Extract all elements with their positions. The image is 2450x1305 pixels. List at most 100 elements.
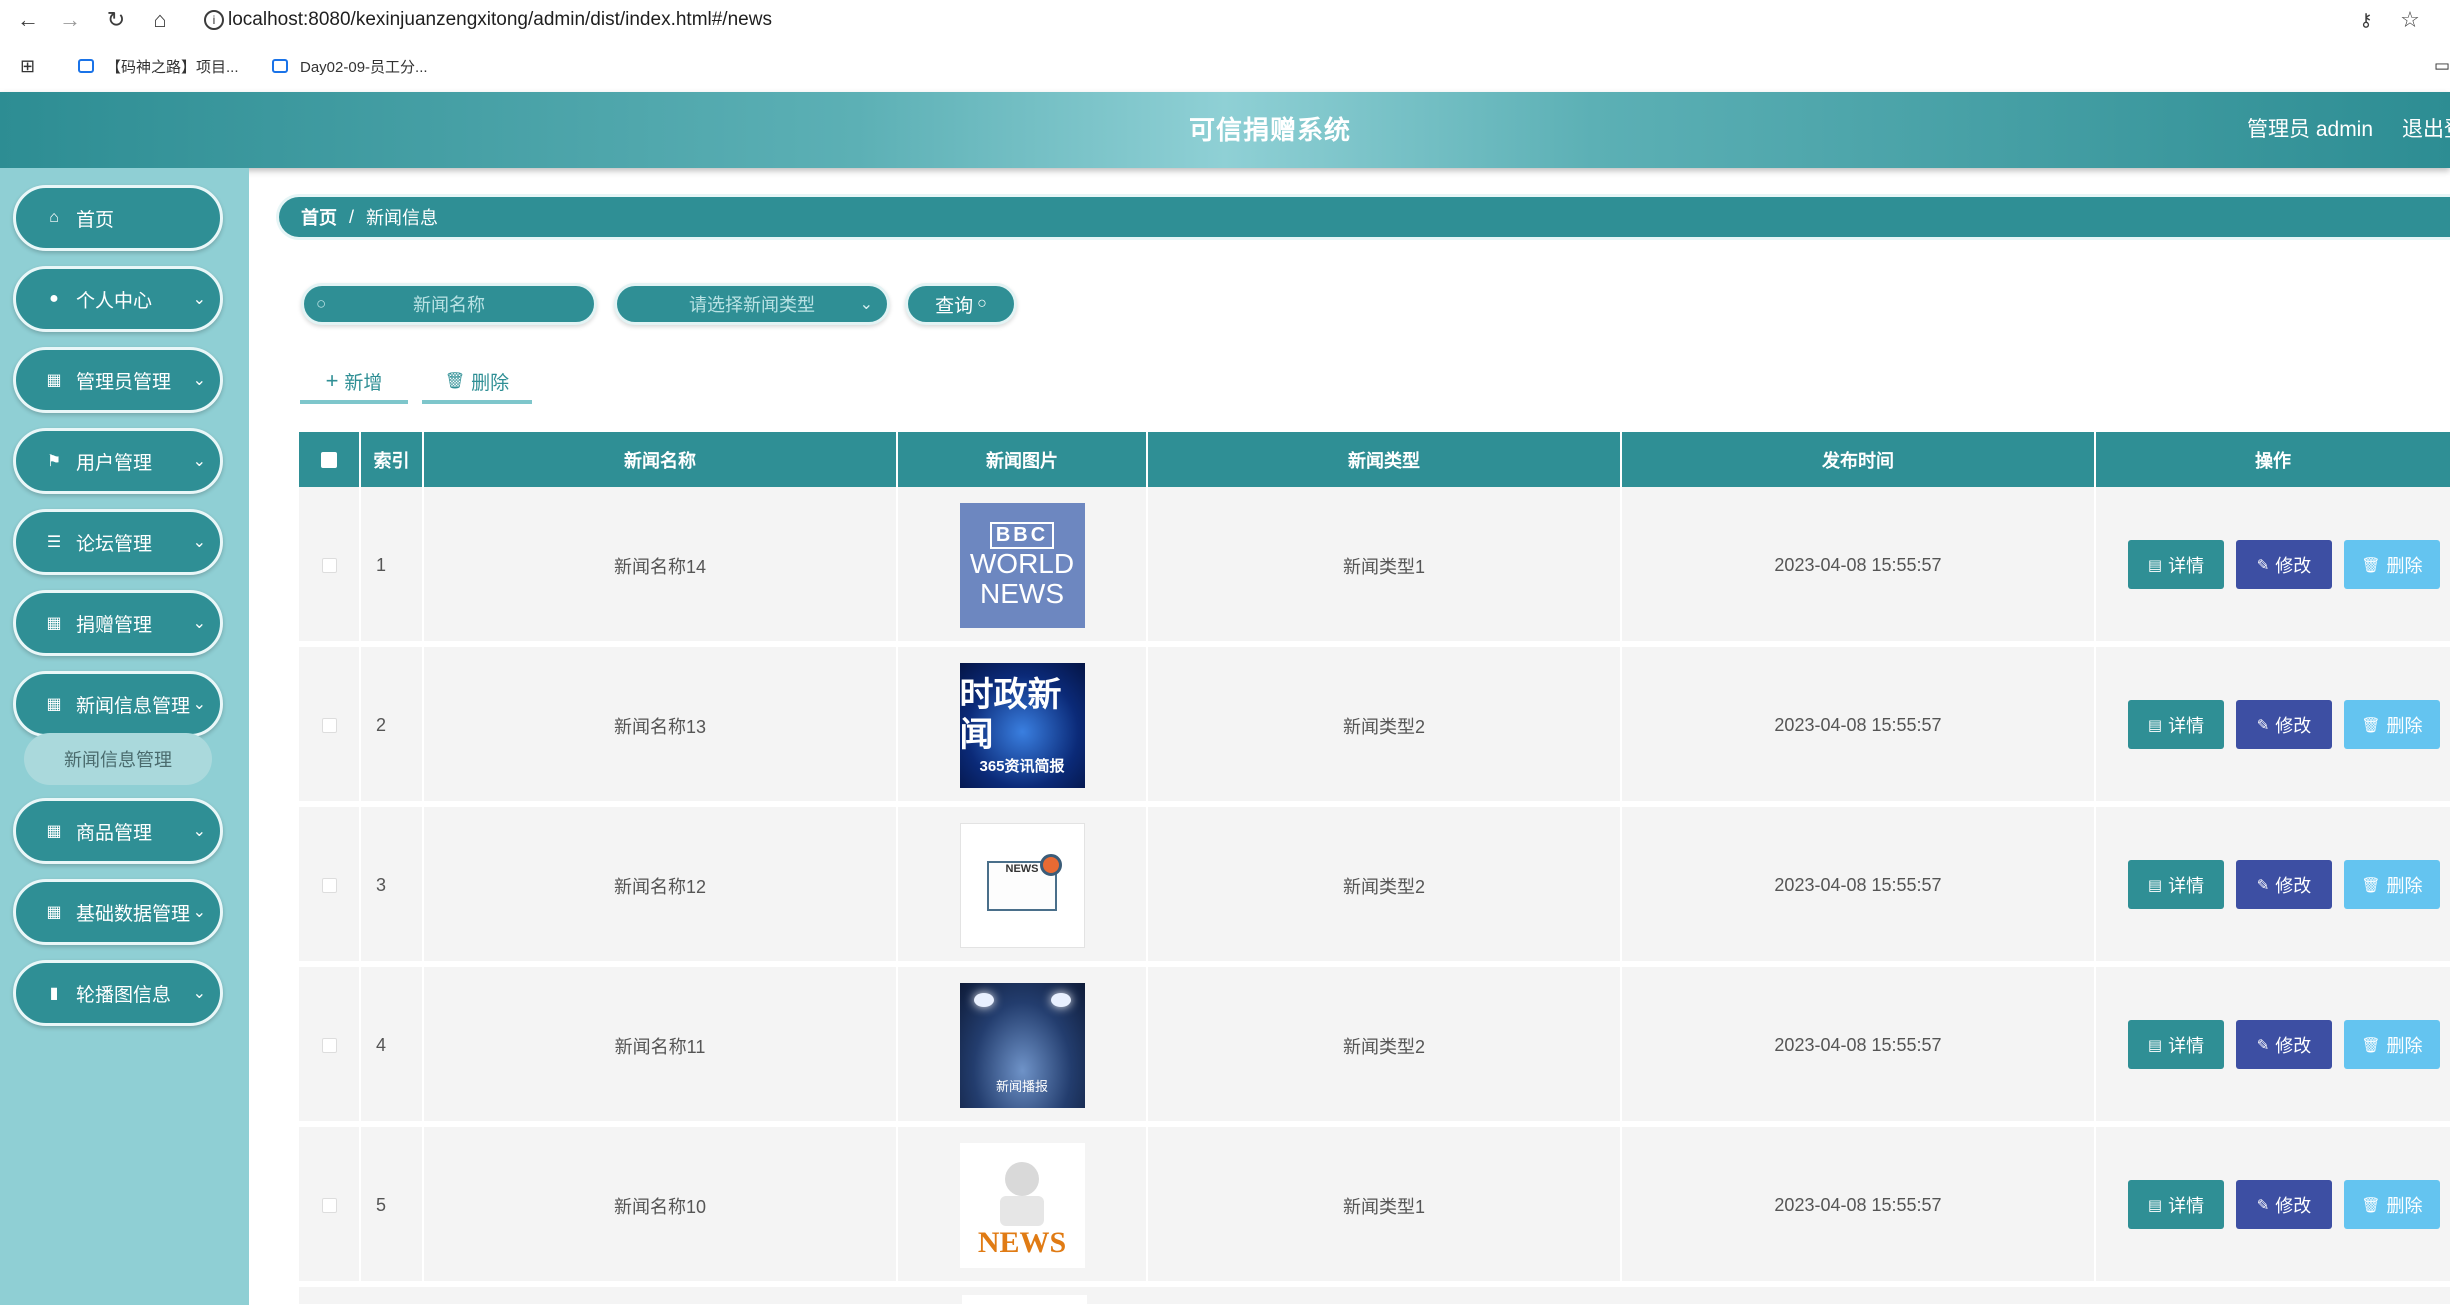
grid-icon: ▦ — [46, 823, 62, 840]
news-image[interactable]: 新闻播报 — [959, 983, 1085, 1108]
sidebar-item-news[interactable]: ▦ 新闻信息管理 ⌄ — [13, 671, 223, 737]
grid-icon: ▦ — [46, 696, 62, 713]
folder-icon[interactable]: ▭ — [2434, 56, 2450, 76]
chevron-down-icon: ⌄ — [192, 372, 206, 389]
row-type: 新闻类型2 — [1148, 807, 1622, 964]
table-row: 3 新闻名称12 NEWS 新闻类型2 2023-04-08 15:55:57 … — [299, 807, 2450, 964]
row-checkbox[interactable] — [299, 807, 361, 964]
delete-button[interactable]: 🗑 删除 — [2344, 540, 2440, 589]
edit-button[interactable]: ✎ 修改 — [2236, 540, 2332, 589]
news-image[interactable]: 时政新闻 365资讯简报 — [959, 663, 1085, 788]
chevron-down-icon: ⌄ — [192, 615, 206, 632]
home-icon: ⌂ — [49, 209, 59, 226]
edit-button[interactable]: ✎ 修改 — [2236, 860, 2332, 909]
bookmark-1[interactable]: 【码神之路】项目... — [78, 56, 239, 77]
delete-button[interactable]: 🗑 删除 — [2344, 1020, 2440, 1069]
browser-toolbar: ← → ↻ ⌂ i localhost:8080/kexinjuanzengxi… — [0, 0, 2450, 40]
chevron-down-icon: ⌄ — [192, 534, 206, 551]
address-bar[interactable]: i localhost:8080/kexinjuanzengxitong/adm… — [190, 2, 2390, 38]
sidebar-subitem-news[interactable]: 新闻信息管理 — [24, 733, 212, 785]
query-button[interactable]: 查询 ○ — [905, 283, 1017, 325]
detail-button[interactable]: ▤ 详情 — [2128, 1180, 2224, 1229]
row-index: 3 — [361, 807, 424, 964]
home-browser-icon[interactable]: ⌂ — [146, 6, 174, 34]
bookmark-2[interactable]: Day02-09-员工分... — [272, 56, 428, 77]
sidebar-item-donation[interactable]: ▦ 捐赠管理 ⌄ — [13, 590, 223, 656]
row-time: 2023-04-08 15:55:57 — [1622, 487, 2096, 644]
trash-icon: 🗑 — [2361, 1196, 2381, 1214]
row-name: 新闻名称10 — [424, 1127, 898, 1284]
sidebar-item-basic-data[interactable]: ▦ 基础数据管理 ⌄ — [13, 879, 223, 945]
row-index: 5 — [361, 1127, 424, 1284]
news-image[interactable]: NEWS — [959, 1143, 1085, 1268]
trash-icon: 🗑 — [2361, 876, 2381, 894]
document-icon: ▤ — [2147, 716, 2163, 734]
breadcrumb-current: 新闻信息 — [366, 208, 439, 228]
column-header-actions: 操作 — [2255, 450, 2291, 471]
row-image-cell: NEWS — [898, 807, 1148, 964]
column-header-type: 新闻类型 — [1148, 432, 1622, 487]
reload-icon[interactable]: ↻ — [102, 6, 130, 34]
pencil-icon: ✎ — [2256, 876, 2270, 894]
breadcrumb-home[interactable]: 首页 — [301, 204, 337, 230]
admin-label: 管理员 admin — [2247, 118, 2374, 141]
select-all-checkbox[interactable] — [299, 432, 361, 487]
row-index: 4 — [361, 967, 424, 1124]
sidebar-item-personal[interactable]: ● 个人中心 ⌄ — [13, 266, 223, 332]
delete-button[interactable]: 🗑 删除 — [2344, 860, 2440, 909]
row-image-cell: 时政新闻 365资讯简报 — [898, 647, 1148, 804]
sidebar-item-home[interactable]: ⌂ 首页 — [13, 185, 223, 251]
apps-icon[interactable]: ⊞ — [20, 56, 35, 77]
key-icon[interactable]: ⚷ — [2352, 6, 2380, 34]
plus-icon: + — [325, 368, 339, 393]
document-icon: ▤ — [2147, 556, 2163, 574]
edit-button[interactable]: ✎ 修改 — [2236, 1020, 2332, 1069]
star-icon[interactable]: ☆ — [2396, 6, 2424, 34]
logout-link[interactable]: 退出登 — [2402, 92, 2450, 168]
detail-button[interactable]: ▤ 详情 — [2128, 540, 2224, 589]
column-header-time: 发布时间 — [1622, 432, 2096, 487]
row-checkbox[interactable] — [299, 487, 361, 644]
document-icon: ▤ — [2147, 1036, 2163, 1054]
back-icon[interactable]: ← — [14, 6, 42, 34]
news-name-search-input[interactable]: ○ 新闻名称 — [301, 283, 597, 325]
row-type: 新闻类型1 — [1148, 487, 1622, 644]
column-header-index: 索引 — [361, 432, 424, 487]
sidebar-item-goods[interactable]: ▦ 商品管理 ⌄ — [13, 798, 223, 864]
edit-button[interactable]: ✎ 修改 — [2236, 1180, 2332, 1229]
column-header-image: 新闻图片 — [898, 432, 1148, 487]
bookmark-icon — [78, 59, 94, 73]
row-time: 2023-04-08 15:55:57 — [1622, 967, 2096, 1124]
chevron-down-icon: ⌄ — [192, 823, 206, 840]
row-name: 新闻名称13 — [424, 647, 898, 804]
delete-button[interactable]: 🗑 删除 — [2344, 700, 2440, 749]
chevron-down-icon: ⌄ — [859, 296, 873, 313]
sidebar-item-carousel[interactable]: ▮ 轮播图信息 ⌄ — [13, 960, 223, 1026]
detail-button[interactable]: ▤ 详情 — [2128, 700, 2224, 749]
edit-button[interactable]: ✎ 修改 — [2236, 700, 2332, 749]
bulk-delete-button[interactable]: 🗑 删除 — [422, 362, 532, 404]
row-checkbox[interactable] — [299, 967, 361, 1124]
forward-icon[interactable]: → — [56, 6, 84, 34]
sidebar-item-forum[interactable]: ☰ 论坛管理 ⌄ — [13, 509, 223, 575]
grid-icon: ▦ — [46, 904, 62, 921]
sidebar-item-admin[interactable]: ▦ 管理员管理 ⌄ — [13, 347, 223, 413]
news-image[interactable]: NEWS — [959, 823, 1085, 948]
column-header-name: 新闻名称 — [424, 432, 898, 487]
row-name: 新闻名称12 — [424, 807, 898, 964]
row-name: 新闻名称11 — [424, 967, 898, 1124]
info-icon[interactable]: i — [204, 10, 224, 30]
news-type-select[interactable]: 请选择新闻类型 ⌄ — [614, 283, 890, 325]
sidebar-item-users[interactable]: ⚑ 用户管理 ⌄ — [13, 428, 223, 494]
detail-button[interactable]: ▤ 详情 — [2128, 860, 2224, 909]
row-checkbox[interactable] — [299, 647, 361, 804]
row-checkbox[interactable] — [299, 1127, 361, 1284]
app-title: 可信捐赠系统 — [1188, 115, 1351, 145]
delete-button[interactable]: 🗑 删除 — [2344, 1180, 2440, 1229]
detail-button[interactable]: ▤ 详情 — [2128, 1020, 2224, 1069]
news-image[interactable]: BBC WORLD NEWS — [959, 503, 1085, 628]
row-type: 新闻类型2 — [1148, 967, 1622, 1124]
row-type: 新闻类型2 — [1148, 647, 1622, 804]
add-button[interactable]: + 新增 — [300, 362, 408, 404]
trash-icon: 🗑 — [2361, 1036, 2381, 1054]
